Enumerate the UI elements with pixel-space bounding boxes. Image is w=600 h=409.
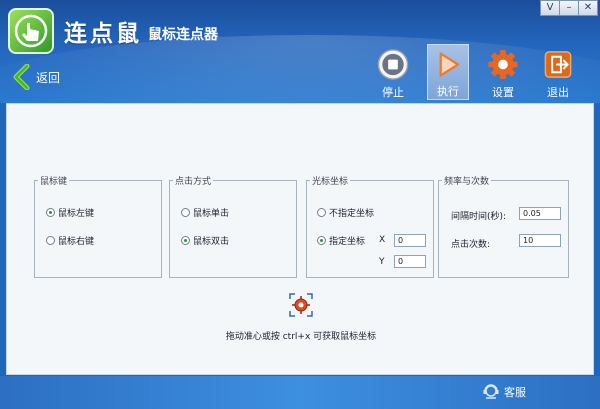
main-panel: 鼠标键 鼠标左键 鼠标右键 点击方式 鼠标单击 鼠标双击 光标坐标 不指定坐标 … — [6, 103, 594, 375]
click-mode-group: 点击方式 — [169, 174, 297, 278]
radio-unspecified-label: 不指定坐标 — [329, 209, 375, 219]
exit-button[interactable]: 退出 — [537, 44, 579, 100]
exit-label: 退出 — [547, 86, 569, 99]
crosshair-hint: 拖动准心或按 ctrl+x 可获取鼠标坐标 — [225, 332, 377, 342]
stop-label: 停止 — [382, 86, 404, 99]
cursor-position-group-title: 光标坐标 — [312, 177, 349, 187]
radio-left-button[interactable]: 鼠标左键 — [46, 206, 94, 219]
settings-button[interactable]: 设置 — [482, 44, 524, 100]
chevron-left-icon — [13, 64, 30, 90]
y-label: Y — [379, 257, 385, 267]
radio-right-button[interactable]: 鼠标右键 — [46, 234, 94, 247]
radio-single-label: 鼠标单击 — [193, 209, 230, 219]
frequency-group-title: 频率与次数 — [444, 177, 490, 187]
radio-single-click[interactable]: 鼠标单击 — [181, 206, 229, 219]
radio-double-click[interactable]: 鼠标双击 — [181, 234, 229, 247]
x-label: X — [379, 235, 386, 245]
menu-button[interactable]: V — [540, 0, 560, 16]
footer-bar: 客服 — [0, 376, 600, 409]
toolbar: 停止 执行 设置 退出 — [372, 44, 592, 100]
frequency-group: 频率与次数 — [438, 174, 569, 278]
interval-label: 间隔时间(秒): — [451, 212, 507, 222]
close-button[interactable]: ✕ — [578, 0, 598, 16]
stop-icon — [377, 49, 409, 80]
back-label: 返回 — [36, 70, 61, 85]
support-icon — [483, 384, 499, 399]
x-coordinate-input[interactable]: 0 — [394, 234, 426, 247]
radio-double-label: 鼠标双击 — [193, 237, 230, 247]
play-icon — [439, 52, 460, 77]
radio-left-label: 鼠标左键 — [58, 209, 95, 219]
count-input[interactable]: 10 — [519, 234, 561, 247]
settings-label: 设置 — [492, 86, 514, 99]
radio-indicator — [181, 236, 190, 245]
radio-specified-label: 指定坐标 — [329, 237, 366, 247]
radio-no-coordinates[interactable]: 不指定坐标 — [317, 206, 374, 219]
title-bar: 连点鼠 鼠标连点器 V – ✕ 返回 停止 执行 设置 退出 — [0, 0, 600, 103]
radio-indicator — [46, 208, 55, 217]
customer-service-button[interactable]: 客服 — [482, 383, 526, 401]
count-label: 点击次数: — [451, 240, 491, 250]
run-button[interactable]: 执行 — [427, 44, 469, 100]
customer-service-label: 客服 — [504, 386, 526, 399]
y-coordinate-input[interactable]: 0 — [394, 255, 426, 268]
stop-button[interactable]: 停止 — [372, 44, 414, 100]
app-subtitle: 鼠标连点器 — [148, 27, 218, 43]
run-label: 执行 — [437, 85, 459, 98]
mouse-button-group: 鼠标键 — [34, 174, 162, 278]
minimize-button[interactable]: – — [559, 0, 579, 16]
gear-icon — [488, 49, 518, 80]
radio-indicator — [181, 208, 190, 217]
mouse-button-group-title: 鼠标键 — [40, 177, 68, 187]
click-mode-group-title: 点击方式 — [175, 177, 212, 187]
app-logo — [8, 8, 54, 54]
radio-specify-coordinates[interactable]: 指定坐标 — [317, 234, 365, 247]
window-controls: V – ✕ — [540, 0, 598, 16]
radio-right-label: 鼠标右键 — [58, 237, 95, 247]
hand-pointer-icon — [14, 14, 48, 48]
radio-indicator — [317, 236, 326, 245]
radio-indicator — [317, 208, 326, 217]
app-title: 连点鼠 — [64, 21, 142, 47]
radio-indicator — [46, 236, 55, 245]
exit-icon — [544, 51, 572, 78]
crosshair-target-icon[interactable] — [289, 293, 313, 317]
interval-input[interactable]: 0.05 — [519, 207, 561, 220]
back-button[interactable]: 返回 — [12, 64, 60, 90]
